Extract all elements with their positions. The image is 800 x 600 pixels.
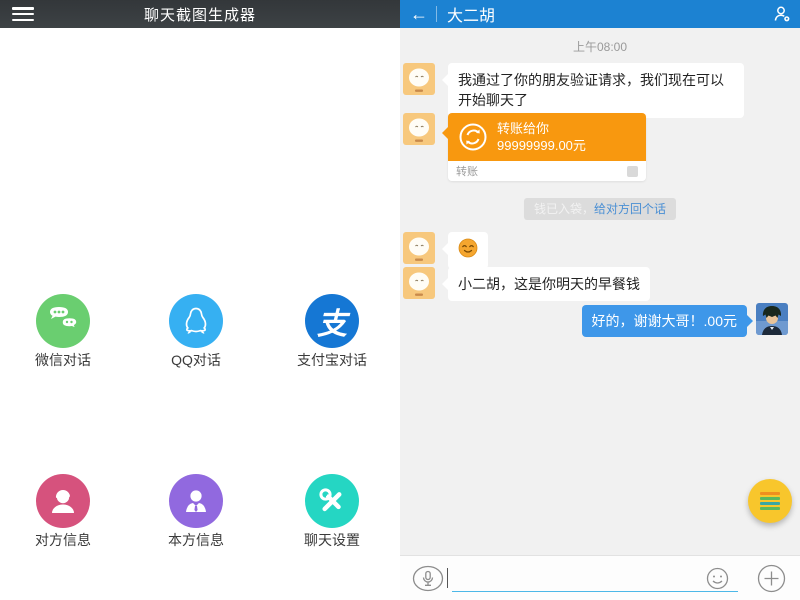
transfer-title: 转账给你 (497, 120, 586, 137)
attach-plus-icon[interactable] (757, 564, 786, 598)
avatar[interactable] (403, 267, 435, 299)
wechat-icon[interactable] (36, 294, 90, 348)
qq-penguin-icon (179, 304, 213, 338)
menu-label-wechat: 微信对话 (0, 350, 128, 370)
transfer-amount: 99999999.00元 (497, 137, 586, 154)
transfer-card-footer: 转账 (448, 161, 646, 181)
avatar[interactable] (403, 63, 435, 95)
chat-message-list: 上午08:00 我通过了你的朋友验证请求，我们现在可以开始聊天了 (400, 28, 800, 555)
generator-panel: 聊天截图生成器 支 (0, 0, 400, 600)
transfer-notice: 钱已入袋，给对方回个话 (524, 198, 676, 220)
avatar-self[interactable] (756, 303, 788, 335)
transfer-texts: 转账给你 99999999.00元 (497, 120, 586, 154)
avatar[interactable] (403, 232, 435, 264)
message-text: 好的，谢谢大哥！.00元 (592, 313, 737, 329)
menu-item-my-info[interactable] (131, 474, 261, 528)
smile-emoji-icon (458, 238, 478, 258)
tools-icon[interactable] (305, 474, 359, 528)
menu-item-other-info[interactable] (0, 474, 128, 528)
left-panel-title: 聊天截图生成器 (0, 4, 400, 25)
header-divider (436, 6, 437, 22)
menu-label-my-info: 本方信息 (131, 530, 261, 550)
reply-link[interactable]: 给对方回个话 (594, 202, 666, 216)
menu-item-qq-chat[interactable] (131, 294, 261, 348)
message-bubble[interactable] (448, 232, 488, 269)
wechat-bubbles-icon (46, 304, 80, 338)
chat-timestamp: 上午08:00 (400, 38, 800, 55)
message-bubble[interactable]: 我通过了你的朋友验证请求，我们现在可以开始聊天了 (448, 63, 744, 118)
message-text: 我通过了你的朋友验证请求，我们现在可以开始聊天了 (458, 72, 724, 108)
qq-icon[interactable] (169, 294, 223, 348)
menu-icon[interactable] (12, 7, 34, 21)
transfer-card[interactable]: 转账给你 99999999.00元 转账 (448, 113, 646, 181)
voice-icon[interactable] (412, 565, 444, 597)
back-arrow-icon[interactable]: ← (400, 0, 436, 28)
chat-options-fab[interactable] (748, 479, 792, 523)
alipay-zhi-glyph: 支 (317, 299, 347, 343)
avatar[interactable] (403, 113, 435, 145)
menu-label-chat-settings: 聊天设置 (267, 530, 397, 550)
message-input[interactable] (452, 564, 738, 592)
chat-header: ← 大二胡 (400, 0, 800, 28)
transfer-footer-label: 转账 (456, 163, 478, 179)
contact-settings-icon[interactable] (772, 4, 792, 29)
wrench-screwdriver-icon (314, 483, 350, 519)
person-suit-icon[interactable] (169, 474, 223, 528)
person-silhouette-icon (46, 484, 80, 518)
message-bubble-self[interactable]: 好的，谢谢大哥！.00元 (582, 305, 747, 337)
menu-label-alipay: 支付宝对话 (267, 350, 397, 370)
transfer-icon (458, 122, 488, 152)
menu-item-chat-settings[interactable] (267, 474, 397, 528)
message-text: 小二胡，这是你明天的早餐钱 (458, 276, 640, 292)
person-suit-glyph (179, 484, 213, 518)
transfer-card-top: 转账给你 99999999.00元 (448, 113, 646, 161)
person-icon[interactable] (36, 474, 90, 528)
message-bubble[interactable]: 小二胡，这是你明天的早餐钱 (448, 267, 650, 301)
menu-item-wechat-chat[interactable] (0, 294, 128, 348)
menu-label-qq: QQ对话 (131, 350, 261, 370)
chat-title: 大二胡 (447, 2, 495, 26)
chat-input-bar (400, 555, 800, 600)
alipay-icon[interactable]: 支 (305, 294, 359, 348)
chat-preview-panel: ← 大二胡 上午08:00 (400, 0, 800, 600)
menu-item-alipay-chat[interactable]: 支 (267, 294, 397, 348)
app-window: 聊天截图生成器 支 (0, 0, 800, 600)
colored-list-icon (760, 490, 780, 512)
menu-label-other-info: 对方信息 (0, 530, 128, 550)
notice-muted-text: 钱已入袋， (534, 202, 594, 216)
emoji-picker-icon[interactable] (706, 567, 729, 595)
text-cursor (447, 568, 448, 588)
left-header: 聊天截图生成器 (0, 0, 400, 28)
wallet-icon (627, 166, 638, 177)
